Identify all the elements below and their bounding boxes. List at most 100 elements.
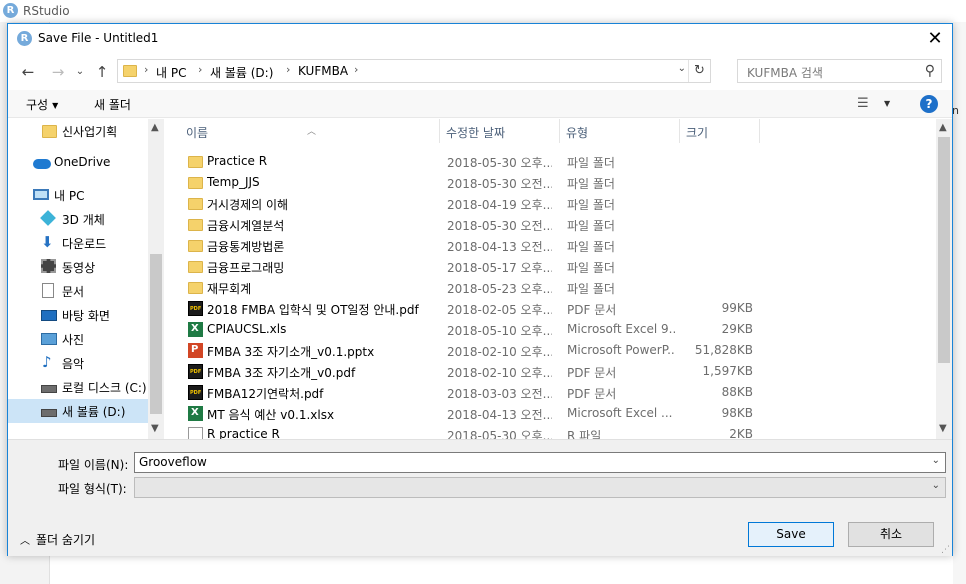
- chevron-down-icon[interactable]: ⌄: [932, 480, 940, 491]
- resize-grip-icon[interactable]: ⋰: [941, 545, 950, 555]
- up-button[interactable]: ↑: [90, 60, 114, 84]
- nav-item-label: 새 볼륨 (D:): [62, 405, 126, 419]
- documents-icon: [42, 283, 54, 298]
- nav-item-label: 내 PC: [54, 189, 85, 203]
- back-button[interactable]: ←: [16, 60, 40, 84]
- breadcrumb-kufmba[interactable]: KUFMBA: [298, 64, 348, 78]
- nav-item-volume-d[interactable]: 새 볼륨 (D:): [8, 399, 148, 423]
- scroll-up-icon[interactable]: ▲: [939, 122, 947, 133]
- scroll-down-icon[interactable]: ▼: [939, 423, 947, 434]
- cancel-button[interactable]: 취소: [848, 522, 934, 547]
- excel-file-icon: [188, 406, 203, 421]
- address-dropdown-icon[interactable]: ⌄: [678, 63, 686, 74]
- search-placeholder: KUFMBA 검색: [747, 66, 823, 80]
- column-header-date[interactable]: 수정한 날짜: [440, 119, 560, 143]
- file-type: R 파일: [567, 429, 602, 439]
- folder-icon: [188, 198, 203, 210]
- nav-item-documents[interactable]: 문서: [8, 279, 148, 303]
- hide-folders-button[interactable]: ︿ 폴더 숨기기: [20, 531, 95, 548]
- nav-item-onedrive[interactable]: OneDrive: [8, 151, 148, 175]
- file-row[interactable]: R practice R 2018-05-30 오후... R 파일 2KB: [172, 424, 936, 439]
- file-row[interactable]: 2018 FMBA 입학식 및 OT일정 안내.pdf 2018-02-05 오…: [172, 298, 936, 319]
- filename-value: Grooveflow: [139, 455, 207, 469]
- forward-button[interactable]: →: [46, 60, 70, 84]
- file-date: 2018-03-03 오전...: [447, 387, 552, 401]
- file-name: FMBA12기연락처.pdf: [207, 387, 324, 401]
- dialog-titlebar[interactable]: R Save File - Untitled1 ✕: [8, 24, 952, 54]
- nav-item-label: 신사업기획: [62, 125, 118, 139]
- file-list: 이름 ︿ 수정한 날짜 유형 크기 Practice R 2018-05-30 …: [172, 119, 936, 439]
- file-type: 파일 폴더: [567, 177, 615, 191]
- breadcrumb-volume-d[interactable]: 새 볼륨 (D:): [210, 64, 273, 81]
- nav-item-music[interactable]: ♪ 음악: [8, 351, 148, 375]
- file-row[interactable]: 금융시계열분석 2018-05-30 오전... 파일 폴더: [172, 214, 936, 235]
- view-dropdown-icon[interactable]: ▼: [884, 99, 890, 108]
- file-type: 파일 폴더: [567, 240, 615, 254]
- nav-item-new-business[interactable]: 신사업기획: [8, 119, 148, 143]
- search-box[interactable]: KUFMBA 검색 ⚲: [737, 59, 942, 83]
- save-button[interactable]: Save: [748, 522, 834, 547]
- file-row[interactable]: 거시경제의 이해 2018-04-19 오후... 파일 폴더: [172, 193, 936, 214]
- chevron-down-icon[interactable]: ⌄: [932, 455, 940, 466]
- nav-item-3d-objects[interactable]: 3D 개체: [8, 207, 148, 231]
- nav-pane-scrollbar[interactable]: ▲ ▼: [148, 119, 164, 439]
- music-icon: ♪: [42, 353, 52, 371]
- file-date: 2018-05-30 오전...: [447, 219, 552, 233]
- column-header-type[interactable]: 유형: [560, 119, 680, 143]
- download-icon: ⬇: [41, 233, 54, 251]
- file-type: 파일 폴더: [567, 156, 615, 170]
- close-button[interactable]: ✕: [918, 24, 952, 54]
- file-row[interactable]: FMBA 3조 자기소개_v0.pdf 2018-02-10 오후... PDF…: [172, 361, 936, 382]
- chevron-down-icon: ⌄: [75, 66, 85, 77]
- file-type: Microsoft PowerP...: [567, 343, 675, 357]
- file-row[interactable]: FMBA 3조 자기소개_v0.1.pptx 2018-02-10 오후... …: [172, 340, 936, 361]
- file-row[interactable]: 재무회계 2018-05-23 오후... 파일 폴더: [172, 277, 936, 298]
- folder-icon: [188, 219, 203, 231]
- new-folder-button[interactable]: 새 폴더: [94, 96, 131, 113]
- file-row[interactable]: Practice R 2018-05-30 오후... 파일 폴더: [172, 151, 936, 172]
- view-options-icon[interactable]: ☰: [857, 96, 869, 111]
- breadcrumb-pc[interactable]: 내 PC: [156, 64, 186, 81]
- nav-item-this-pc[interactable]: 내 PC: [8, 183, 148, 207]
- nav-item-pictures[interactable]: 사진: [8, 327, 148, 351]
- file-list-scrollbar[interactable]: ▲ ▼: [936, 119, 952, 439]
- nav-item-local-disk-c[interactable]: 로컬 디스크 (C:): [8, 375, 148, 399]
- file-date: 2018-05-30 오후...: [447, 156, 552, 170]
- nav-item-videos[interactable]: 동영상: [8, 255, 148, 279]
- nav-item-downloads[interactable]: ⬇ 다운로드: [8, 231, 148, 255]
- r-file-icon: [188, 427, 203, 439]
- file-date: 2018-05-30 오후...: [447, 429, 552, 439]
- file-name: FMBA 3조 자기소개_v0.1.pptx: [207, 345, 375, 359]
- rstudio-icon: R: [17, 31, 32, 46]
- file-type: Microsoft Excel ...: [567, 406, 673, 420]
- column-header-name[interactable]: 이름 ︿: [172, 119, 440, 143]
- filetype-select[interactable]: ⌄: [134, 477, 946, 498]
- scroll-up-icon[interactable]: ▲: [151, 122, 159, 133]
- filename-input[interactable]: Grooveflow ⌄: [134, 452, 946, 473]
- column-header-size[interactable]: 크기: [680, 119, 760, 143]
- file-row[interactable]: Temp_JJS 2018-05-30 오전... 파일 폴더: [172, 172, 936, 193]
- column-header-type-label: 유형: [566, 126, 589, 140]
- scroll-down-icon[interactable]: ▼: [151, 423, 159, 434]
- file-type: 파일 폴더: [567, 261, 615, 275]
- file-row[interactable]: FMBA12기연락처.pdf 2018-03-03 오전... PDF 문서 8…: [172, 382, 936, 403]
- nav-item-label: 사진: [62, 333, 85, 347]
- refresh-button[interactable]: ↻: [688, 60, 710, 82]
- scrollbar-thumb[interactable]: [150, 254, 162, 414]
- powerpoint-file-icon: [188, 343, 203, 358]
- nav-item-desktop[interactable]: 바탕 화면: [8, 303, 148, 327]
- search-icon[interactable]: ⚲: [925, 63, 935, 79]
- address-bar[interactable]: › 내 PC › 새 볼륨 (D:) › KUFMBA › ⌄ ↻: [117, 59, 711, 83]
- file-date: 2018-02-05 오후...: [447, 303, 552, 317]
- recent-locations-button[interactable]: ⌄: [68, 60, 92, 84]
- help-icon[interactable]: ?: [920, 95, 938, 113]
- scrollbar-thumb[interactable]: [938, 137, 950, 363]
- pc-icon: [33, 189, 49, 200]
- organize-button[interactable]: 구성 ▼: [26, 96, 58, 113]
- file-date: 2018-05-23 오후...: [447, 282, 552, 296]
- file-row[interactable]: MT 음식 예산 v0.1.xlsx 2018-04-13 오전... Micr…: [172, 403, 936, 424]
- file-row[interactable]: 금융통계방법론 2018-04-13 오전... 파일 폴더: [172, 235, 936, 256]
- file-row[interactable]: CPIAUCSL.xls 2018-05-10 오후... Microsoft …: [172, 319, 936, 340]
- file-row[interactable]: 금융프로그래밍 2018-05-17 오후... 파일 폴더: [172, 256, 936, 277]
- sort-ascending-icon: ︿: [307, 127, 317, 137]
